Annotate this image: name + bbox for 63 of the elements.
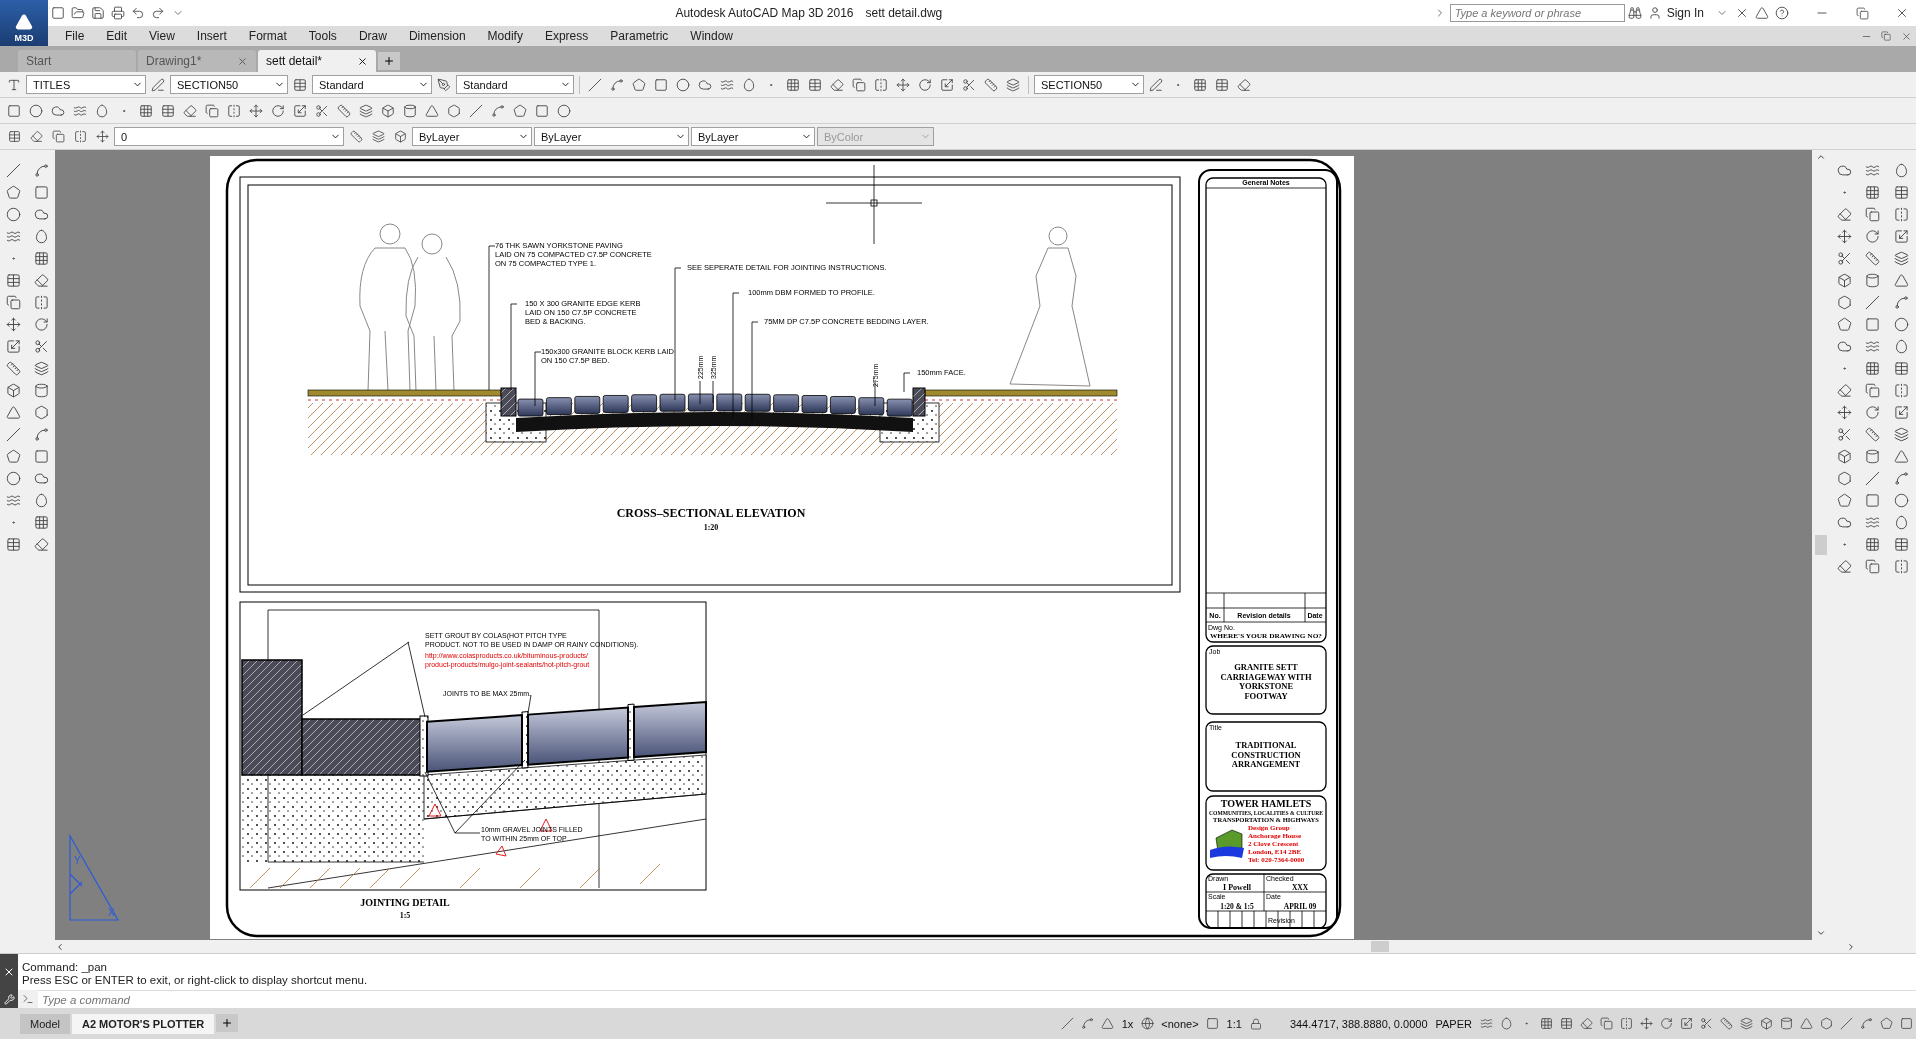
menu-item[interactable]: Tools [297, 29, 348, 43]
menu-item[interactable]: Window [679, 29, 744, 43]
close-icon[interactable] [357, 55, 368, 67]
close-icon[interactable] [3, 966, 15, 978]
new-tab-button[interactable] [378, 52, 400, 70]
menu-item[interactable]: Modify [476, 29, 534, 43]
file-tab[interactable]: Start [18, 50, 136, 72]
caret-icon[interactable] [1816, 928, 1826, 938]
linetype-dropdown[interactable]: ByLayer [534, 127, 689, 146]
paper-space-toggle[interactable]: PAPER [1435, 1017, 1472, 1030]
style-dropdown[interactable]: SECTION50 [170, 75, 288, 94]
logo-drawing [1210, 829, 1244, 858]
file-name: sett detail.dwg [865, 6, 943, 20]
menu-item[interactable]: Format [237, 29, 298, 43]
triangle-icon [15, 13, 33, 31]
menu-item[interactable]: Express [533, 29, 600, 43]
viewport-scale[interactable]: 1:1 [1226, 1017, 1242, 1030]
menu-item[interactable]: File [54, 29, 96, 43]
plus-icon [221, 1016, 234, 1029]
caret-icon[interactable] [1816, 152, 1826, 162]
menu-item[interactable]: Draw [347, 29, 398, 43]
menu-item[interactable]: View [138, 29, 186, 43]
job-title: GRANITE SETT CARRIAGEWAY WITH YORKSTONE FOOTWAY [1220, 662, 1312, 701]
new-layout-button[interactable] [216, 1013, 239, 1032]
style-dropdown[interactable]: SECTION50 [1034, 75, 1144, 94]
caret-icon[interactable] [55, 941, 65, 952]
sign-in-link[interactable]: Sign In [1666, 6, 1704, 20]
scrollbar-thumb[interactable] [1815, 535, 1827, 555]
coordinates-text: 344.4717, 388.8880, 0.0000 [1289, 1017, 1428, 1030]
color-dropdown[interactable]: ByLayer [412, 127, 532, 146]
style-dropdown[interactable]: Standard [312, 75, 432, 94]
application-menu-button[interactable]: M3D [0, 0, 48, 46]
search-field[interactable]: Type a keyword or phrase [1449, 4, 1625, 22]
menu-item[interactable]: Edit [95, 29, 139, 43]
drawing-title: TRADITIONAL CONSTRUCTION ARRANGEMENT [1231, 740, 1301, 769]
menu-item[interactable]: Dimension [397, 29, 477, 43]
menu-item[interactable]: Parametric [599, 29, 680, 43]
style-dropdown[interactable]: TITLES [26, 75, 146, 94]
command-history-line: Press ESC or ENTER to exit, or right-click to display shortcut menu. [22, 974, 368, 987]
file-tab[interactable]: Drawing1* [138, 50, 256, 72]
crosshair-cursor-icon [825, 164, 923, 245]
caret-icon[interactable] [1846, 941, 1856, 952]
layout-tab[interactable]: A2 MOTOR'S PLOTTER [71, 1013, 215, 1034]
style-dropdown[interactable]: Standard [456, 75, 574, 94]
layer-dropdown[interactable]: 0 [114, 127, 344, 146]
menu-item[interactable]: Insert [185, 29, 238, 43]
layout-tab[interactable]: Model [20, 1013, 70, 1034]
view-title: JOINTING DETAIL [360, 897, 450, 908]
view-title: CROSS–SECTIONAL ELEVATION [616, 506, 806, 520]
file-tab[interactable]: sett detail* [258, 50, 376, 72]
window-title: Autodesk AutoCAD Map 3D 2016 [675, 6, 854, 20]
plus-icon [383, 55, 395, 67]
scrollbar-thumb[interactable] [1371, 941, 1389, 952]
scale-text: 1:5 [399, 911, 411, 920]
scale-text: 1:20 [703, 523, 719, 532]
command-history-line: Command: _pan [22, 961, 109, 974]
workspace-dropdown[interactable]: <none> [1161, 1017, 1199, 1030]
command-input[interactable]: Type a command [38, 990, 1916, 1008]
command-line-handle[interactable] [0, 954, 18, 990]
organisation-name: TOWER HAMLETS [1220, 798, 1312, 809]
annotation-scale[interactable]: 1x [1121, 1017, 1134, 1030]
lineweight-dropdown[interactable]: ByLayer [691, 127, 815, 146]
drawn-by-text: I Powell [1223, 883, 1251, 892]
